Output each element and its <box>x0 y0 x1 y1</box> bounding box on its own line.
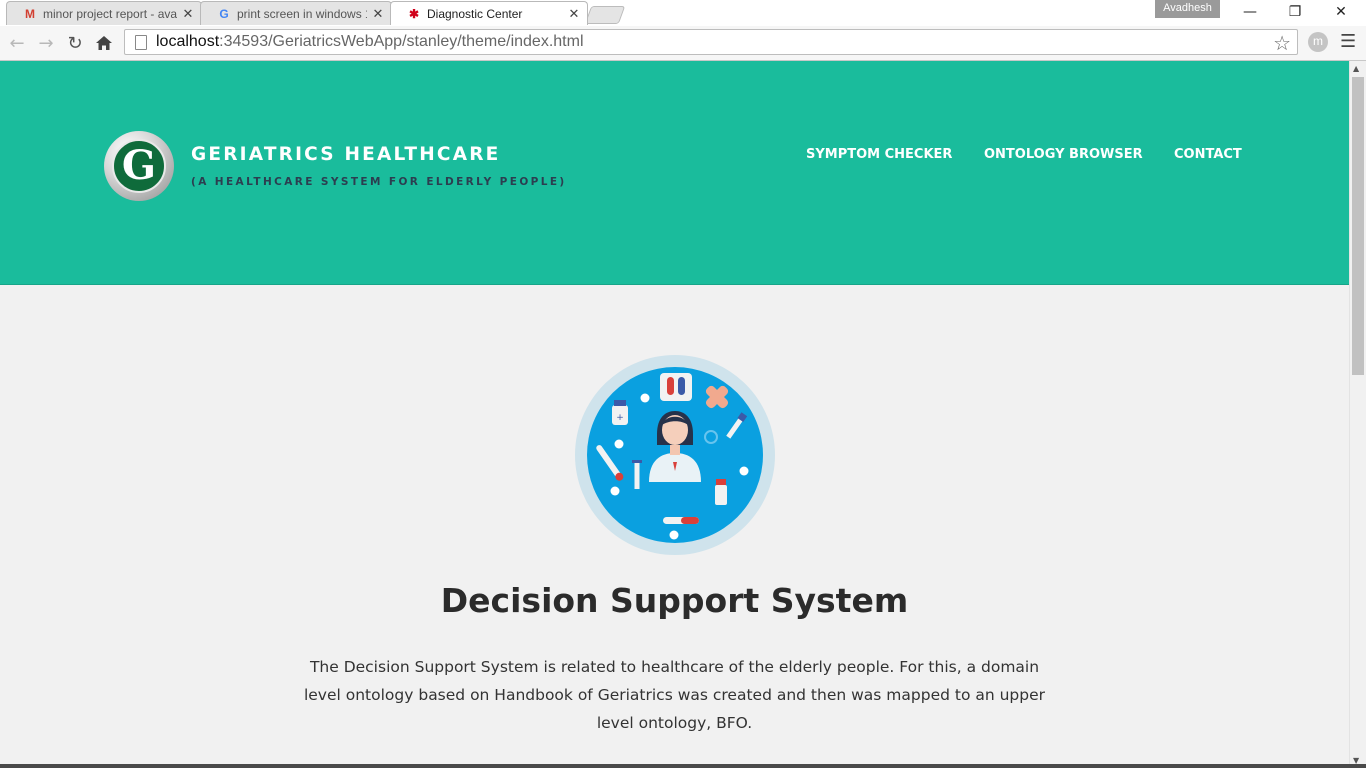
page-heading: Decision Support System <box>440 581 909 620</box>
home-icon[interactable] <box>92 30 116 56</box>
medical-cross-icon: ✱ <box>408 6 420 21</box>
back-icon[interactable]: ← <box>5 30 29 56</box>
svg-text:+: + <box>616 413 624 423</box>
illustration-circle: + <box>587 367 763 543</box>
profile-button[interactable]: Avadhesh <box>1155 0 1220 18</box>
tab-title: print screen in windows 10 <box>237 6 367 21</box>
logo-globe: G <box>112 139 166 193</box>
logo-letter: G <box>121 142 157 189</box>
taskbar-edge <box>0 764 1366 768</box>
google-icon: G <box>219 6 229 21</box>
restore-icon[interactable]: ❐ <box>1272 0 1318 24</box>
brand-title[interactable]: GERIATRICS HEALTHCARE <box>191 144 501 165</box>
nav-symptom-checker[interactable]: SYMPTOM CHECKER <box>806 147 952 162</box>
window-close-icon[interactable]: ✕ <box>1318 0 1364 24</box>
close-icon[interactable]: ✕ <box>567 6 581 22</box>
close-icon[interactable]: ✕ <box>181 6 195 22</box>
extension-avatar-icon[interactable]: m <box>1308 32 1328 52</box>
close-icon[interactable]: ✕ <box>371 6 385 22</box>
tab-google-search[interactable]: G print screen in windows 10 ✕ <box>200 1 392 25</box>
scroll-up-arrow-icon[interactable]: ▲ <box>1353 64 1359 73</box>
site-header: G GERIATRICS HEALTHCARE (A HEALTHCARE SY… <box>0 61 1349 285</box>
tab-title: Diagnostic Center <box>427 6 523 21</box>
page-viewport: G GERIATRICS HEALTHCARE (A HEALTHCARE SY… <box>0 61 1349 768</box>
page-icon <box>135 34 147 50</box>
nav-contact[interactable]: CONTACT <box>1174 147 1242 162</box>
url-host: localhost <box>156 33 220 50</box>
bookmark-star-icon[interactable]: ☆ <box>1273 31 1291 56</box>
doctor-illustration: + <box>575 355 775 555</box>
gmail-icon: M <box>25 6 35 21</box>
scroll-thumb[interactable] <box>1352 77 1364 375</box>
reload-icon[interactable]: ↻ <box>63 30 87 56</box>
url-path: :34593/GeriatricsWebApp/stanley/theme/in… <box>219 33 584 50</box>
tab-diagnostic-center[interactable]: ✱ Diagnostic Center ✕ <box>390 1 588 25</box>
tab-gmail[interactable]: M minor project report - ava ✕ <box>6 1 202 25</box>
menu-icon[interactable]: ☰ <box>1340 31 1356 52</box>
minimize-icon[interactable]: — <box>1227 0 1273 24</box>
page-scrollbar[interactable]: ▲ ▼ <box>1349 61 1366 768</box>
tab-title: minor project report - ava <box>43 6 177 21</box>
tab-strip: M minor project report - ava ✕ G print s… <box>0 0 1366 26</box>
doctor-with-medical-items-icon: + <box>596 373 749 540</box>
address-bar[interactable]: localhost:34593/GeriatricsWebApp/stanley… <box>124 29 1298 55</box>
site-logo[interactable]: G <box>104 131 174 201</box>
nav-ontology-browser[interactable]: ONTOLOGY BROWSER <box>984 147 1143 162</box>
brand-subtitle: (A HEALTHCARE SYSTEM FOR ELDERLY PEOPLE) <box>191 176 567 188</box>
new-tab-button[interactable] <box>584 6 626 24</box>
intro-paragraph: The Decision Support System is related t… <box>303 658 1046 732</box>
forward-icon[interactable]: → <box>34 30 58 56</box>
browser-toolbar: ← → ↻ localhost:34593/GeriatricsWebApp/s… <box>0 26 1366 61</box>
